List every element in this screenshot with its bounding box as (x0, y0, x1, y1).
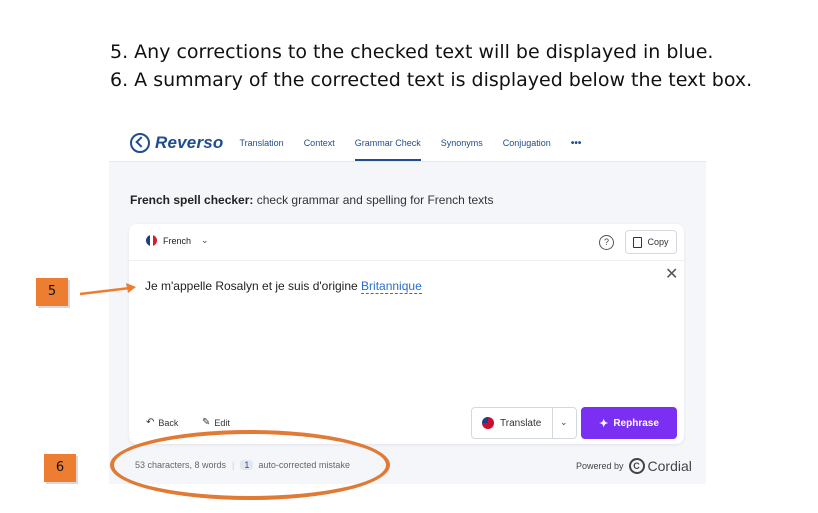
chevron-down-icon: ⌄ (201, 235, 209, 245)
instruction-6: 6. A summary of the corrected text is di… (110, 69, 753, 91)
undo-icon: ↶ (146, 417, 155, 428)
rephrase-label: Rephrase (613, 417, 659, 429)
language-select[interactable]: French ⌄ (146, 235, 209, 246)
nav-context[interactable]: Context (304, 125, 335, 161)
corrected-word[interactable]: Britannique (361, 279, 422, 294)
pencil-icon: ✎ (202, 417, 211, 428)
edit-button[interactable]: ✎ Edit (202, 417, 230, 428)
language-label: French (163, 235, 192, 246)
edit-label: Edit (214, 417, 230, 428)
page-title-rest: check grammar and spelling for French te… (253, 193, 494, 207)
back-button[interactable]: ↶ Back (146, 417, 178, 428)
callout-arrow (79, 283, 136, 296)
checked-text: Je m'appelle Rosalyn et je suis d'origin… (145, 279, 362, 293)
copy-icon (633, 236, 643, 248)
cordial-brand: Cordial (647, 458, 692, 474)
logo-text: Reverso (155, 133, 224, 152)
powered-by-label: Powered by (576, 461, 624, 471)
french-flag-icon (146, 235, 157, 246)
card-toolbar: French ⌄ ? Copy (129, 224, 684, 261)
back-label: Back (158, 417, 179, 428)
help-icon[interactable]: ? (599, 235, 614, 250)
cordial-logo-icon: C (628, 458, 645, 474)
more-icon[interactable]: ••• (571, 138, 582, 149)
copy-label: Copy (647, 237, 669, 247)
page-title: French spell checker: check grammar and … (130, 193, 494, 207)
callout-5: 5 (36, 278, 68, 306)
translate-label: Translate (500, 417, 542, 429)
copy-button[interactable]: Copy (625, 230, 677, 254)
close-icon[interactable]: ✕ (665, 264, 678, 284)
rephrase-button[interactable]: ✦ Rephrase (581, 407, 677, 439)
sparkle-icon: ✦ (599, 417, 609, 430)
uk-flag-icon (482, 417, 494, 429)
nav-translation[interactable]: Translation (240, 125, 284, 161)
reverso-logo[interactable]: Reverso (130, 133, 224, 153)
text-input[interactable]: Je m'appelle Rosalyn et je suis d'origin… (145, 279, 422, 294)
page-title-bold: French spell checker: (130, 193, 254, 207)
nav-grammar-check[interactable]: Grammar Check (354, 125, 421, 161)
translate-button[interactable]: Translate ⌄ (471, 407, 577, 439)
top-nav: Reverso Translation Context Grammar Chec… (109, 125, 706, 162)
chevron-down-icon[interactable]: ⌄ (560, 417, 568, 428)
nav-synonyms[interactable]: Synonyms (441, 125, 483, 161)
instruction-5: 5. Any corrections to the checked text w… (110, 41, 714, 63)
instructions: 5. Any corrections to the checked text w… (110, 38, 752, 94)
text-card: French ⌄ ? Copy ✕ Je m'appelle Rosalyn e… (129, 224, 684, 444)
highlight-ellipse (110, 430, 390, 500)
callout-6: 6 (44, 454, 76, 482)
reverso-logo-icon (130, 133, 150, 153)
nav-conjugation[interactable]: Conjugation (503, 125, 551, 161)
divider (552, 408, 553, 438)
powered-by[interactable]: Powered by C Cordial (576, 458, 692, 474)
